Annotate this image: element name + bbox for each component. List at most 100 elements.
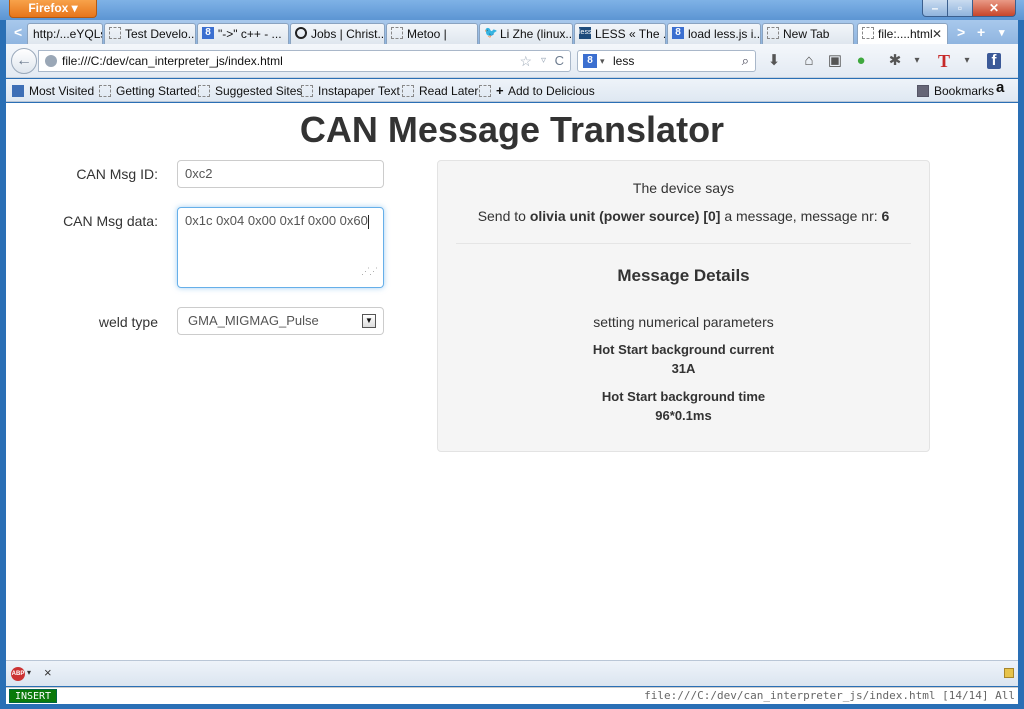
tab-4[interactable]: Metoo | bbox=[386, 23, 478, 44]
tab-list-icon[interactable]: ▾ bbox=[999, 26, 1005, 39]
google-search-engine-icon[interactable]: 8 bbox=[583, 54, 597, 68]
adblock-dropdown-icon[interactable]: ▾ bbox=[27, 668, 31, 677]
bookmark-label: Instapaper Text bbox=[318, 84, 400, 98]
message-number: 6 bbox=[881, 208, 890, 224]
vim-mode-badge: INSERT bbox=[9, 689, 57, 703]
page-icon bbox=[391, 27, 403, 39]
tab-3[interactable]: Jobs | Christ... bbox=[290, 23, 385, 44]
search-input[interactable]: less bbox=[613, 51, 634, 71]
tab-2[interactable]: 8 "->" c++ - ... bbox=[197, 23, 289, 44]
bookmark-label: Suggested Sites bbox=[215, 84, 303, 98]
bookmarks-menu-button[interactable]: Bookmarks bbox=[917, 83, 994, 99]
param1-name: Hot Start background current bbox=[592, 342, 775, 357]
resize-grip-icon[interactable]: ⋰⋰ bbox=[361, 260, 378, 282]
home-icon[interactable]: ⌂ bbox=[800, 53, 818, 69]
weld-type-select[interactable]: GMA_MIGMAG_Pulse ▼ bbox=[177, 307, 384, 335]
bug-icon[interactable]: ✱ bbox=[886, 53, 904, 69]
amazon-icon[interactable]: a bbox=[996, 80, 1004, 96]
adblock-plus-icon[interactable]: ABP bbox=[11, 667, 25, 681]
addon-bar bbox=[6, 660, 1018, 686]
tab-label: Jobs | Christ... bbox=[311, 27, 385, 41]
bookmark-label: Read Later bbox=[419, 84, 479, 98]
tab-7[interactable]: 8 load less.js i... bbox=[667, 23, 761, 44]
page-icon bbox=[198, 85, 210, 97]
search-icon[interactable]: ⌕ bbox=[742, 51, 749, 71]
addon-green-icon[interactable]: ● bbox=[852, 53, 870, 69]
weld-type-value: GMA_MIGMAG_Pulse bbox=[188, 313, 319, 328]
reload-icon[interactable]: C bbox=[555, 51, 564, 71]
bookmark-read-later[interactable]: Read Later bbox=[402, 83, 478, 99]
device-says-text: The device says bbox=[632, 180, 735, 196]
facebook-icon[interactable]: f bbox=[987, 53, 1001, 69]
send-to-line: Send to olivia unit (power source) [0] a… bbox=[437, 208, 930, 224]
tab-label: New Tab bbox=[783, 27, 830, 41]
maximize-button[interactable]: ▫ bbox=[947, 0, 973, 17]
page-icon bbox=[862, 27, 874, 39]
tab-active[interactable]: file:....html ✕ bbox=[857, 23, 948, 45]
bookmarks-icon bbox=[917, 85, 929, 97]
download-icon[interactable]: ⬇ bbox=[765, 53, 783, 69]
tab-5[interactable]: 🐦 Li Zhe (linux... bbox=[479, 23, 573, 44]
most-visited-icon bbox=[12, 85, 24, 97]
tab-label: http:/...eYQLs bbox=[33, 27, 103, 41]
tab-8[interactable]: New Tab bbox=[762, 23, 854, 44]
addon-resize-icon bbox=[1004, 668, 1014, 678]
tab-label: file:....html bbox=[878, 27, 933, 41]
globe-icon bbox=[45, 55, 57, 67]
bookmark-suggested-sites[interactable]: Suggested Sites bbox=[198, 83, 302, 99]
tab-label: Test Develo... bbox=[125, 27, 196, 41]
bookmark-star-icon[interactable]: ☆ bbox=[519, 51, 532, 71]
can-data-value: 0x1c 0x04 0x00 0x1f 0x00 0x60 bbox=[185, 213, 368, 228]
addon-bar-close-icon[interactable]: × bbox=[44, 665, 52, 680]
bookmark-most-visited[interactable]: Most Visited bbox=[12, 83, 94, 99]
bookmark-label: Add to Delicious bbox=[508, 84, 595, 98]
select-arrow-icon[interactable]: ▼ bbox=[362, 314, 376, 328]
page-icon bbox=[402, 85, 414, 97]
bookmark-label: Most Visited bbox=[29, 84, 95, 98]
message-description: setting numerical parameters bbox=[593, 314, 774, 330]
search-engine-dropdown-icon[interactable]: ▾ bbox=[600, 51, 605, 71]
can-data-textarea[interactable]: 0x1c 0x04 0x00 0x1f 0x00 0x60 ⋰⋰ bbox=[177, 207, 384, 288]
message-details-heading: Message Details bbox=[617, 266, 750, 285]
bookmark-getting-started[interactable]: Getting Started bbox=[99, 83, 197, 99]
tab-6[interactable]: less LESS « The ... bbox=[574, 23, 666, 44]
tab-close-icon[interactable]: ✕ bbox=[932, 24, 942, 44]
can-id-input[interactable]: 0xc2 bbox=[177, 160, 384, 188]
tab-scroll-left-icon[interactable]: < bbox=[14, 24, 22, 40]
tab-label: Li Zhe (linux... bbox=[500, 27, 573, 41]
firefox-menu-button[interactable]: Firefox ▾ bbox=[9, 0, 97, 18]
screenshot-icon[interactable]: ▣ bbox=[826, 53, 844, 69]
tab-scroll-right-icon[interactable]: > bbox=[957, 24, 965, 40]
dropdown-icon[interactable]: ▾ bbox=[908, 53, 926, 69]
can-id-value: 0xc2 bbox=[185, 166, 213, 181]
can-id-label: CAN Msg ID: bbox=[76, 166, 158, 182]
panel-divider bbox=[456, 243, 911, 244]
new-tab-icon[interactable]: + bbox=[977, 24, 985, 40]
bookmark-instapaper[interactable]: Instapaper Text bbox=[301, 83, 400, 99]
tab-1[interactable]: Test Develo... bbox=[104, 23, 196, 44]
t-icon[interactable]: T bbox=[935, 52, 953, 70]
can-data-label: CAN Msg data: bbox=[63, 213, 158, 229]
search-bar[interactable]: 8 ▾ less ⌕ bbox=[577, 50, 756, 72]
send-middle: a message, message nr: bbox=[720, 208, 882, 224]
tab-label: LESS « The ... bbox=[595, 27, 666, 41]
bookmark-add-to-delicious[interactable]: + Add to Delicious bbox=[496, 83, 595, 99]
history-dropdown-icon[interactable]: ▿ bbox=[541, 51, 546, 71]
url-text[interactable]: file:///C:/dev/can_interpreter_js/index.… bbox=[62, 51, 283, 71]
twitter-icon: 🐦 bbox=[484, 27, 498, 39]
status-url-text: file:///C:/dev/can_interpreter_js/index.… bbox=[644, 689, 1015, 702]
bookmark-label: Bookmarks bbox=[934, 84, 995, 98]
tab-label: Metoo | bbox=[407, 27, 447, 41]
page-icon bbox=[109, 27, 121, 39]
minimize-button[interactable]: – bbox=[922, 0, 948, 17]
dropdown-icon[interactable]: ▾ bbox=[958, 53, 976, 69]
close-window-button[interactable]: ✕ bbox=[972, 0, 1016, 17]
tab-label: "->" c++ - ... bbox=[218, 27, 282, 41]
back-button[interactable]: ← bbox=[11, 48, 37, 74]
plus-icon: + bbox=[496, 83, 504, 98]
param2-name: Hot Start background time bbox=[601, 389, 766, 404]
text-caret bbox=[367, 214, 369, 229]
url-bar[interactable]: file:///C:/dev/can_interpreter_js/index.… bbox=[38, 50, 571, 72]
tab-0[interactable]: http:/...eYQLs bbox=[27, 23, 103, 44]
tab-label: load less.js i... bbox=[688, 27, 761, 41]
